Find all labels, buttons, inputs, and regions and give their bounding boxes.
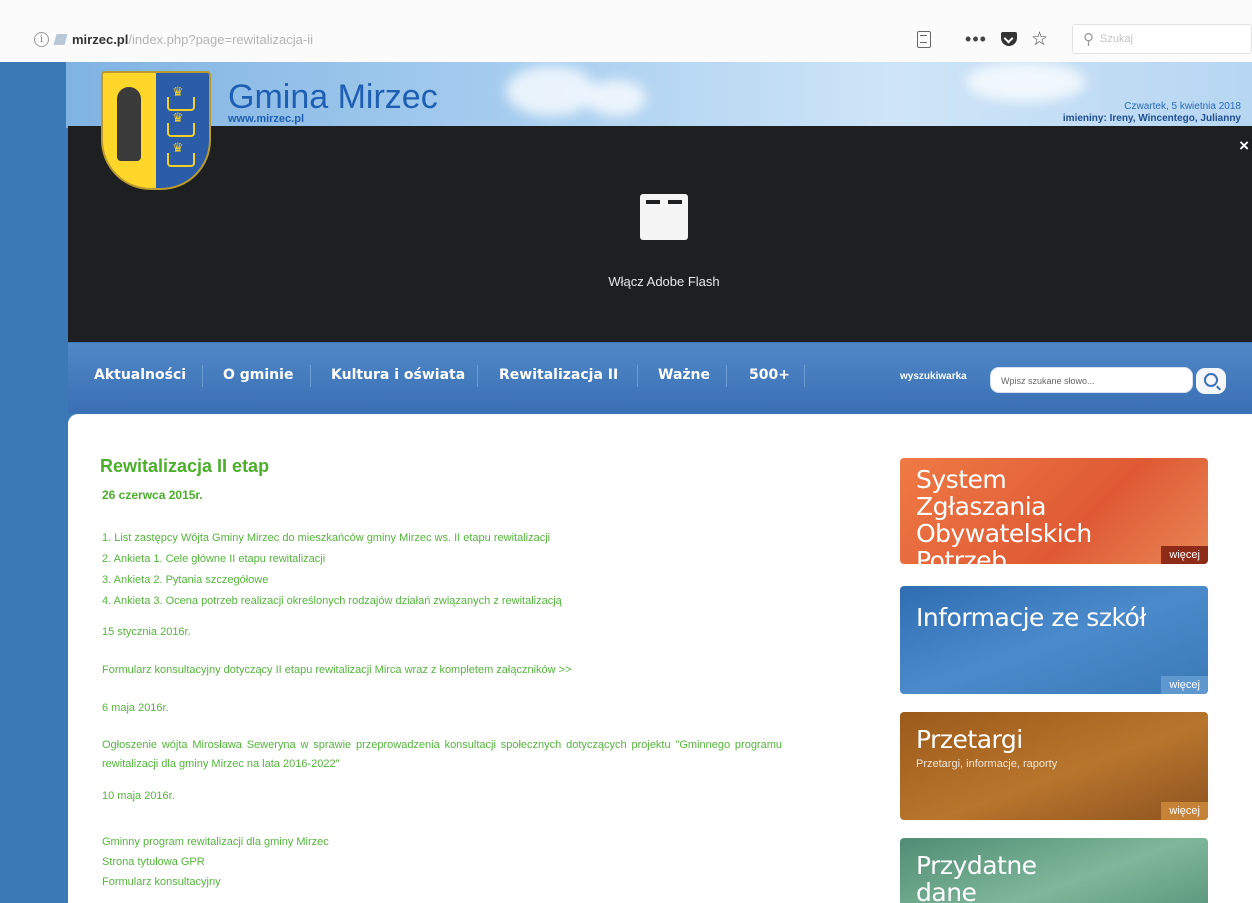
flash-placeholder[interactable]: × Włącz Adobe Flash (68, 126, 1252, 342)
nav-item-kultura[interactable]: Kultura i oświata (331, 367, 465, 383)
tile-przydatne-dane[interactable]: Przydatne dane teleadresowe (900, 838, 1208, 903)
gpr-title-page-link[interactable]: Strona tytułowa GPR (102, 852, 329, 872)
crown-icon (167, 84, 195, 111)
list-item-link[interactable]: 2. Ankieta 1. Cele główne II etapu rewit… (102, 549, 562, 570)
tile-title: System Zgłaszania Obywatelskich Potrzeb (916, 465, 1092, 564)
site-title[interactable]: Gmina Mirzec (228, 78, 438, 117)
nav-separator (477, 365, 478, 387)
tile-title: Informacje ze szkół (916, 603, 1146, 632)
site-search-input[interactable]: Wpisz szukane słowo... (990, 367, 1193, 393)
site-url: www.mirzec.pl (228, 113, 305, 125)
nav-separator (637, 365, 638, 387)
more-actions-icon[interactable]: ••• (965, 29, 987, 50)
nav-item-aktualnosci[interactable]: Aktualności (94, 367, 186, 383)
list-item-link[interactable]: 3. Ankieta 2. Pytania szczegółowe (102, 570, 562, 591)
consultation-form-doc-link[interactable]: Formularz konsultacyjny (102, 872, 329, 892)
tile-system-zgloszen[interactable]: System Zgłaszania Obywatelskich Potrzeb … (900, 458, 1208, 564)
name-days: imieniny: Ireny, Wincentego, Julianny (1062, 113, 1241, 124)
browser-toolbar: i mirzec.pl /index.php?page=rewitalizacj… (0, 0, 1252, 63)
nav-separator (726, 365, 727, 387)
more-button[interactable]: więcej (1161, 676, 1208, 694)
info-icon[interactable]: i (34, 31, 49, 47)
crown-icon (167, 140, 195, 167)
document-list: 1. List zastępcy Wójta Gminy Mirzec do m… (102, 528, 562, 612)
date-label: 6 maja 2016r. (102, 702, 169, 714)
tile-title: Przetargi (916, 725, 1023, 754)
nav-item-wazne[interactable]: Ważne (658, 367, 710, 383)
more-button[interactable]: więcej (1161, 546, 1208, 564)
reader-view-icon[interactable] (917, 30, 932, 48)
address-bar[interactable]: i mirzec.pl /index.php?page=rewitalizacj… (34, 28, 313, 50)
enable-flash-label[interactable]: Włącz Adobe Flash (578, 274, 750, 289)
tile-informacje-ze-szkol[interactable]: Informacje ze szkół więcej (900, 586, 1208, 694)
tile-subtitle: Przetargi, informacje, raporty (916, 758, 1058, 770)
nav-item-o-gminie[interactable]: O gminie (223, 367, 293, 383)
more-button[interactable]: więcej (1161, 802, 1208, 820)
announcement-link[interactable]: Ogłoszenie wójta Mirosława Seweryna w sp… (102, 736, 782, 774)
date-label: 15 stycznia 2016r. (102, 626, 191, 638)
gpr-document-link[interactable]: Gminny program rewitalizacji dla gminy M… (102, 832, 329, 852)
nav-item-500plus[interactable]: 500+ (749, 367, 790, 383)
search-icon: ⚲ (1083, 31, 1094, 48)
url-path[interactable]: /index.php?page=rewitalizacja-ii (128, 32, 313, 47)
site-search-button[interactable] (1196, 368, 1226, 394)
tile-przetargi[interactable]: Przetargi Przetargi, informacje, raporty… (900, 712, 1208, 820)
page-title: Rewitalizacja II etap (100, 456, 270, 476)
list-item-link[interactable]: 4. Ankieta 3. Ocena potrzeb realizacji o… (102, 591, 562, 612)
current-date: Czwartek, 5 kwietnia 2018 (1124, 101, 1241, 112)
crown-icon (167, 110, 195, 137)
main-content: Rewitalizacja II etap 26 czerwca 2015r. … (68, 414, 1252, 903)
nav-item-rewitalizacja[interactable]: Rewitalizacja II (499, 367, 618, 383)
nav-separator (804, 365, 805, 387)
site-identity-icon (53, 33, 68, 45)
date-label: 10 maja 2016r. (102, 790, 175, 802)
browser-search-input[interactable]: ⚲ Szukaj (1072, 24, 1252, 54)
document-links: Gminny program rewitalizacji dla gminy M… (102, 832, 329, 892)
plugin-icon[interactable] (640, 194, 688, 240)
close-icon[interactable]: × (1239, 136, 1249, 156)
tile-title: Przydatne dane teleadresowe (916, 851, 1037, 903)
list-item-link[interactable]: 1. List zastępcy Wójta Gminy Mirzec do m… (102, 528, 562, 549)
main-navigation: Aktualności O gminie Kultura i oświata R… (68, 343, 1252, 413)
site-search-label: wyszukiwarka (900, 371, 967, 382)
search-icon (1204, 373, 1218, 387)
browser-search-placeholder: Szukaj (1100, 33, 1134, 45)
consultation-form-link[interactable]: Formularz konsultacyjny dotyczący II eta… (102, 664, 572, 676)
url-domain[interactable]: mirzec.pl (72, 32, 128, 47)
bookmark-star-icon[interactable]: ☆ (1031, 28, 1048, 51)
nav-separator (202, 365, 203, 387)
pocket-icon[interactable] (1000, 32, 1017, 46)
crest-figure (117, 87, 141, 161)
gmina-coat-of-arms-logo[interactable] (101, 71, 211, 190)
date-heading: 26 czerwca 2015r. (102, 488, 203, 502)
nav-separator (310, 365, 311, 387)
